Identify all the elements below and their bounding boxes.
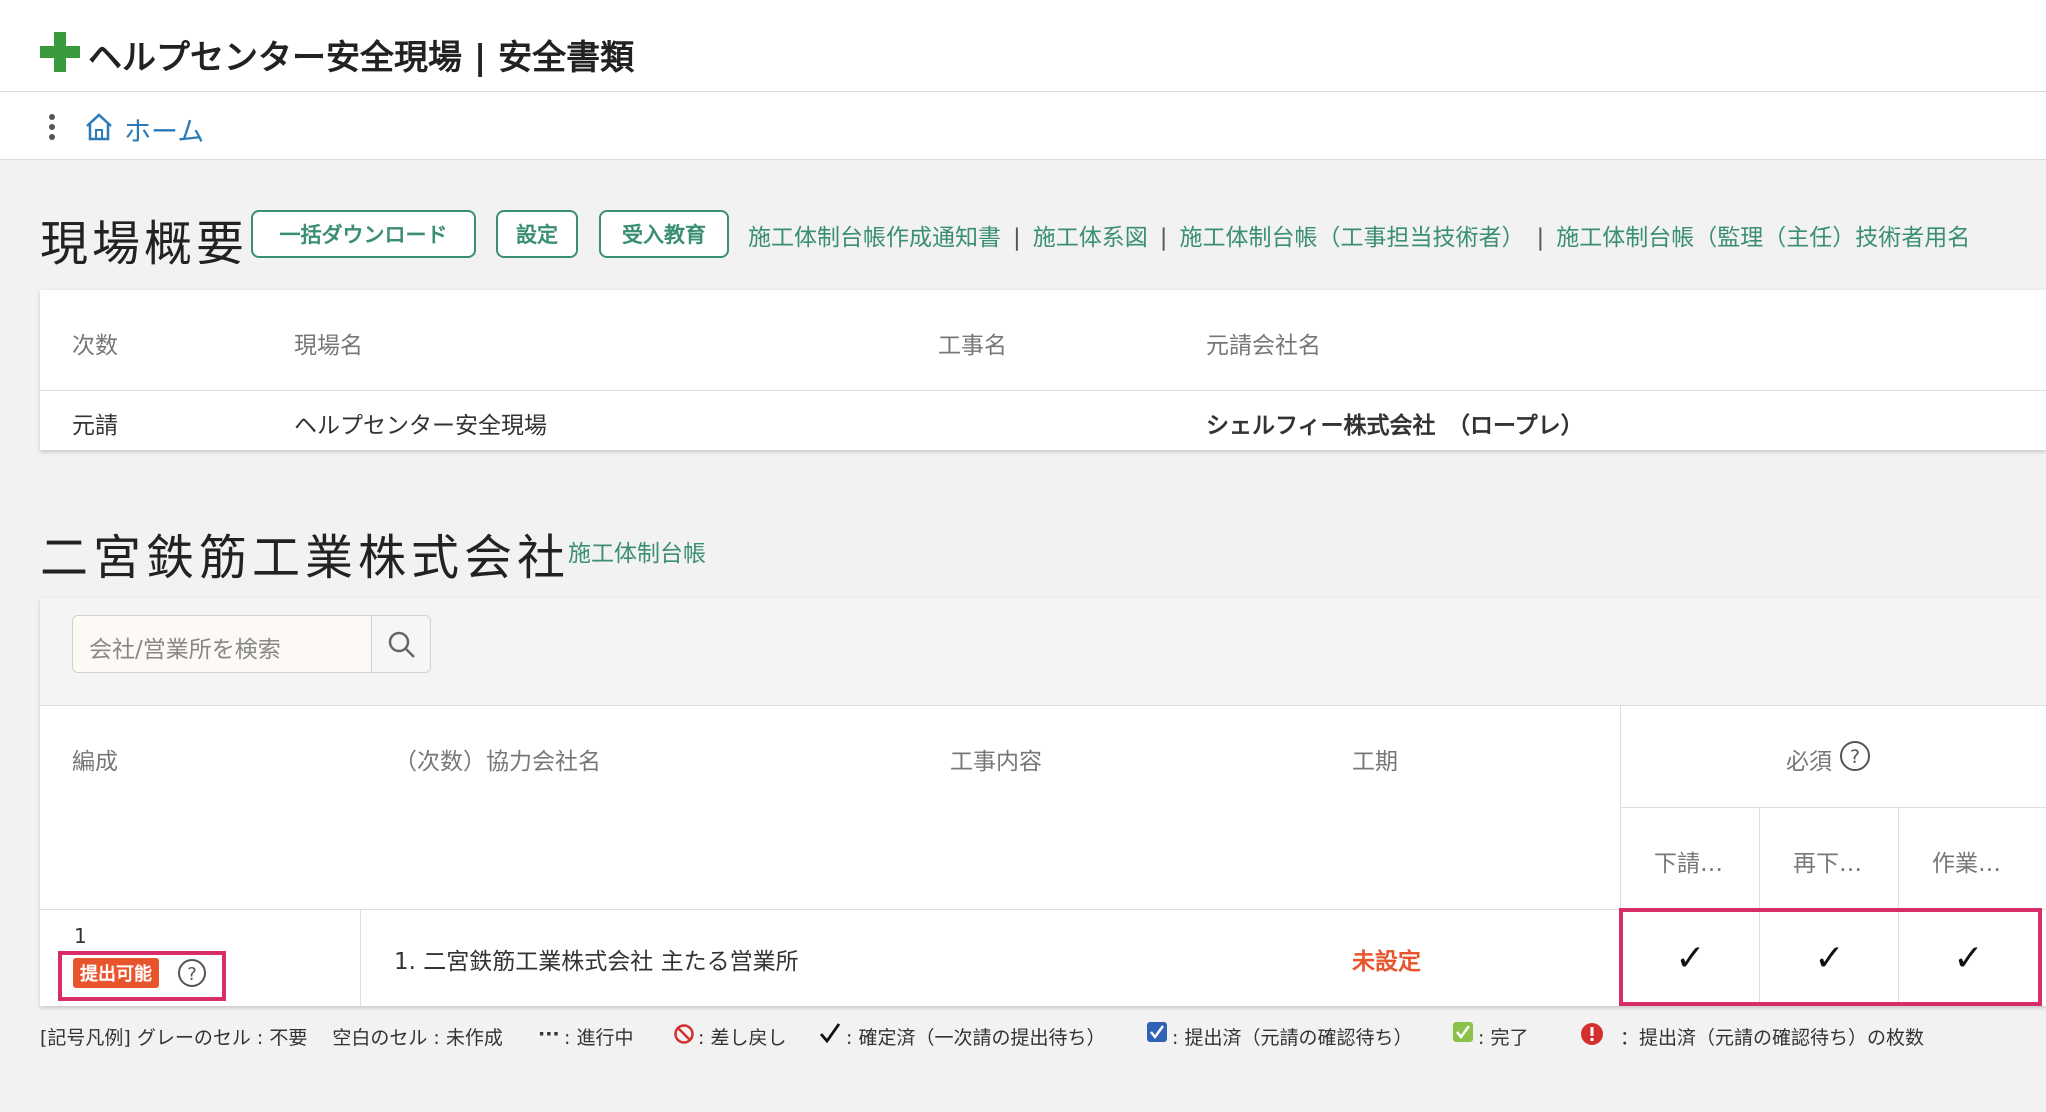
ledger-link[interactable]: 施工体制台帳 xyxy=(568,534,706,568)
legend-complete: : 完了 xyxy=(1478,1027,1529,1049)
cell-partner[interactable]: 1. 二宮鉄筋工業株式会社 主たる営業所 xyxy=(394,942,799,976)
header-formation: 編成 xyxy=(72,749,118,775)
legend-rejected: : 差し戻し xyxy=(698,1027,787,1049)
svg-text:?: ? xyxy=(187,964,197,985)
svg-text:?: ? xyxy=(1850,746,1860,768)
header-work-content: 工事内容 xyxy=(950,749,1042,775)
badge-help-icon[interactable]: ? xyxy=(176,957,208,993)
link-notice[interactable]: 施工体制台帳作成通知書 xyxy=(748,225,1001,251)
home-icon[interactable] xyxy=(84,112,114,142)
checks-highlight xyxy=(1619,908,2042,1006)
link-ledger-supervisor[interactable]: 施工体制台帳（監理（主任）技術者用名 xyxy=(1556,225,1970,251)
subheader-subcontract: 下請… xyxy=(1654,851,1723,877)
subheader-worker: 作業… xyxy=(1932,851,2001,877)
legend-count: ：提出済（元請の確認待ち）の枚数 xyxy=(1620,1027,1925,1049)
cell-period: 未設定 xyxy=(1352,949,1421,975)
header-prime-contractor: 元請会社名 xyxy=(1206,333,1321,359)
help-icon[interactable]: ? xyxy=(1838,739,1872,777)
search-icon xyxy=(387,630,417,664)
link-system-diagram[interactable]: 施工体系図 xyxy=(1033,225,1148,251)
search-placeholder: 会社/営業所を検索 xyxy=(89,637,281,663)
link-ledger-engineer[interactable]: 施工体制台帳（工事担当技術者） xyxy=(1180,225,1525,251)
app-header: ヘルプセンター安全現場 | 安全書類 xyxy=(0,0,2046,92)
header-site-name: 現場名 xyxy=(294,333,363,359)
header-tier: 次数 xyxy=(72,333,118,359)
breadcrumb-bar: ホーム xyxy=(0,92,2046,160)
table-divider xyxy=(40,390,2046,391)
row-divider xyxy=(1620,807,2046,808)
col-divider xyxy=(360,909,361,1006)
header-required: 必須 xyxy=(1786,749,1832,775)
submitted-checkbox-icon xyxy=(1146,1021,1168,1047)
overview-table: 次数 現場名 工事名 元請会社名 元請 ヘルプセンター安全現場 シェルフィー株式… xyxy=(40,290,2046,450)
subheader-resubcontract: 再下… xyxy=(1793,851,1862,877)
document-links: 施工体制台帳作成通知書 | 施工体系図 | 施工体制台帳（工事担当技術者） | 施工体制台帳… xyxy=(748,218,1970,252)
confirmed-check-icon xyxy=(818,1021,842,1049)
overview-heading: 現場概要 xyxy=(40,216,249,272)
app-logo-icon xyxy=(40,32,80,72)
complete-checkbox-icon xyxy=(1452,1021,1474,1047)
settings-button[interactable]: 設定 xyxy=(496,210,578,258)
link-separator: | xyxy=(1159,225,1168,251)
cell-formation: 1 xyxy=(74,924,87,948)
company-heading: 二宮鉄筋工業株式会社 xyxy=(40,530,571,586)
count-badge-icon xyxy=(1580,1022,1604,1050)
breadcrumb-home-link[interactable]: ホーム xyxy=(124,110,204,149)
legend-inprogress: : 進行中 xyxy=(564,1027,634,1049)
education-button[interactable]: 受入教育 xyxy=(599,210,729,258)
app-title: ヘルプセンター安全現場 | 安全書類 xyxy=(88,38,635,78)
cell-site-name: ヘルプセンター安全現場 xyxy=(294,413,547,439)
legend-submitted: : 提出済（元請の確認待ち） xyxy=(1172,1027,1413,1049)
more-vertical-icon[interactable] xyxy=(44,112,60,142)
cell-prime-contractor: シェルフィー株式会社 （ロープレ） xyxy=(1206,413,1584,439)
cell-tier: 元請 xyxy=(72,413,118,439)
legend-prefix: [記号凡例] グレーのセル : 不要 空白のセル : 未作成 xyxy=(40,1027,503,1049)
header-partner: （次数）協力会社名 xyxy=(394,749,601,775)
search-button[interactable] xyxy=(371,615,431,673)
link-separator: | xyxy=(1013,225,1021,251)
header-project-name: 工事名 xyxy=(938,333,1007,359)
search-input[interactable]: 会社/営業所を検索 xyxy=(72,615,372,673)
rejected-icon xyxy=(673,1023,695,1049)
status-badge: 提出可能 xyxy=(73,958,159,988)
legend-inprogress-icon: ··· xyxy=(538,1023,560,1045)
legend-confirmed: : 確定済（一次請の提出待ち） xyxy=(846,1027,1106,1049)
bulk-download-button[interactable]: 一括ダウンロード xyxy=(251,210,476,258)
link-separator: | xyxy=(1536,225,1545,251)
header-period: 工期 xyxy=(1352,749,1398,775)
